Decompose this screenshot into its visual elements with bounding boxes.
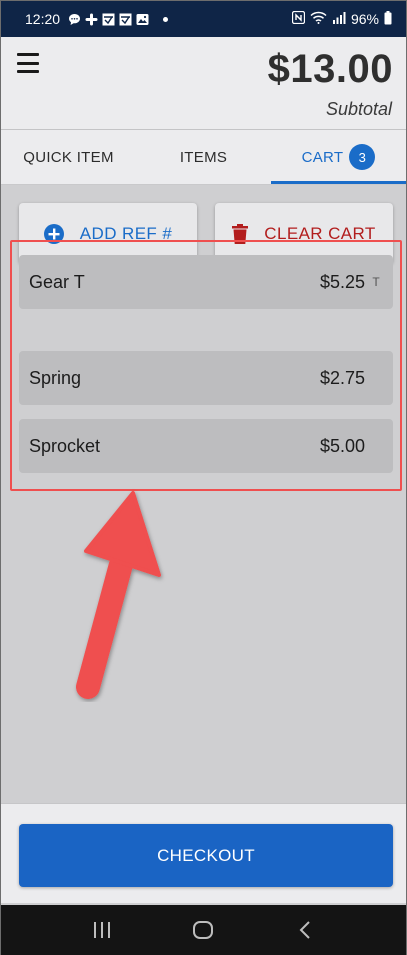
tab-cart[interactable]: CART 3: [271, 130, 406, 184]
slack-icon: [85, 13, 98, 26]
item-price: $5.25: [319, 271, 365, 292]
tab-bar: QUICK ITEM ITEMS CART 3: [1, 130, 406, 185]
battery-level: 96%: [350, 11, 379, 27]
clear-cart-label: CLEAR CART: [264, 223, 376, 243]
tab-items[interactable]: ITEMS: [136, 130, 271, 184]
subtotal-label: Subtotal: [325, 99, 392, 119]
cart-count-badge: 3: [349, 144, 376, 170]
tab-label: ITEMS: [179, 148, 228, 166]
app-icon: [102, 13, 115, 26]
cart-item[interactable]: Gear T $5.25 T: [19, 255, 393, 309]
tax-flag: T: [372, 275, 380, 289]
status-bar: 12:20 96%: [1, 1, 406, 37]
item-price: $5.00: [319, 435, 365, 456]
trash-icon: [232, 223, 249, 244]
header: $13.00 Subtotal: [1, 37, 406, 130]
subtotal-amount: $13.00: [267, 47, 393, 91]
item-name: Spring: [29, 367, 82, 388]
system-nav-bar: [1, 905, 406, 955]
wifi-icon: [310, 11, 327, 27]
checkout-button[interactable]: CHECKOUT: [19, 824, 393, 887]
hamburger-menu-icon[interactable]: [17, 53, 41, 73]
image-icon: [136, 13, 149, 26]
recent-apps-icon[interactable]: [82, 915, 122, 945]
signal-icon: [332, 11, 346, 27]
dot-icon: [159, 13, 172, 26]
plus-circle-icon: [43, 223, 64, 244]
tab-label: CART: [301, 148, 344, 166]
annotation-arrow-icon: [76, 491, 161, 699]
nfc-icon: [291, 10, 306, 27]
tab-quick-item[interactable]: QUICK ITEM: [1, 130, 136, 184]
tab-label: QUICK ITEM: [23, 148, 114, 166]
chat-bubble-icon: [68, 13, 81, 26]
app-screen: 12:20 96% $13.00 Subtotal QUICK ITEM ITE…: [0, 0, 407, 955]
back-icon[interactable]: [285, 915, 325, 945]
battery-icon: [384, 10, 392, 28]
item-price: $2.75: [319, 367, 365, 388]
footer: CHECKOUT: [1, 803, 406, 903]
cart-item[interactable]: Sprocket $5.00: [19, 419, 393, 473]
home-icon[interactable]: [183, 915, 223, 945]
add-ref-label: ADD REF #: [79, 223, 173, 243]
status-time: 12:20: [25, 11, 61, 27]
item-name: Gear T: [29, 271, 85, 292]
cart-item[interactable]: Spring $2.75: [19, 351, 393, 405]
app-icon: [119, 13, 132, 26]
item-name: Sprocket: [29, 435, 101, 456]
